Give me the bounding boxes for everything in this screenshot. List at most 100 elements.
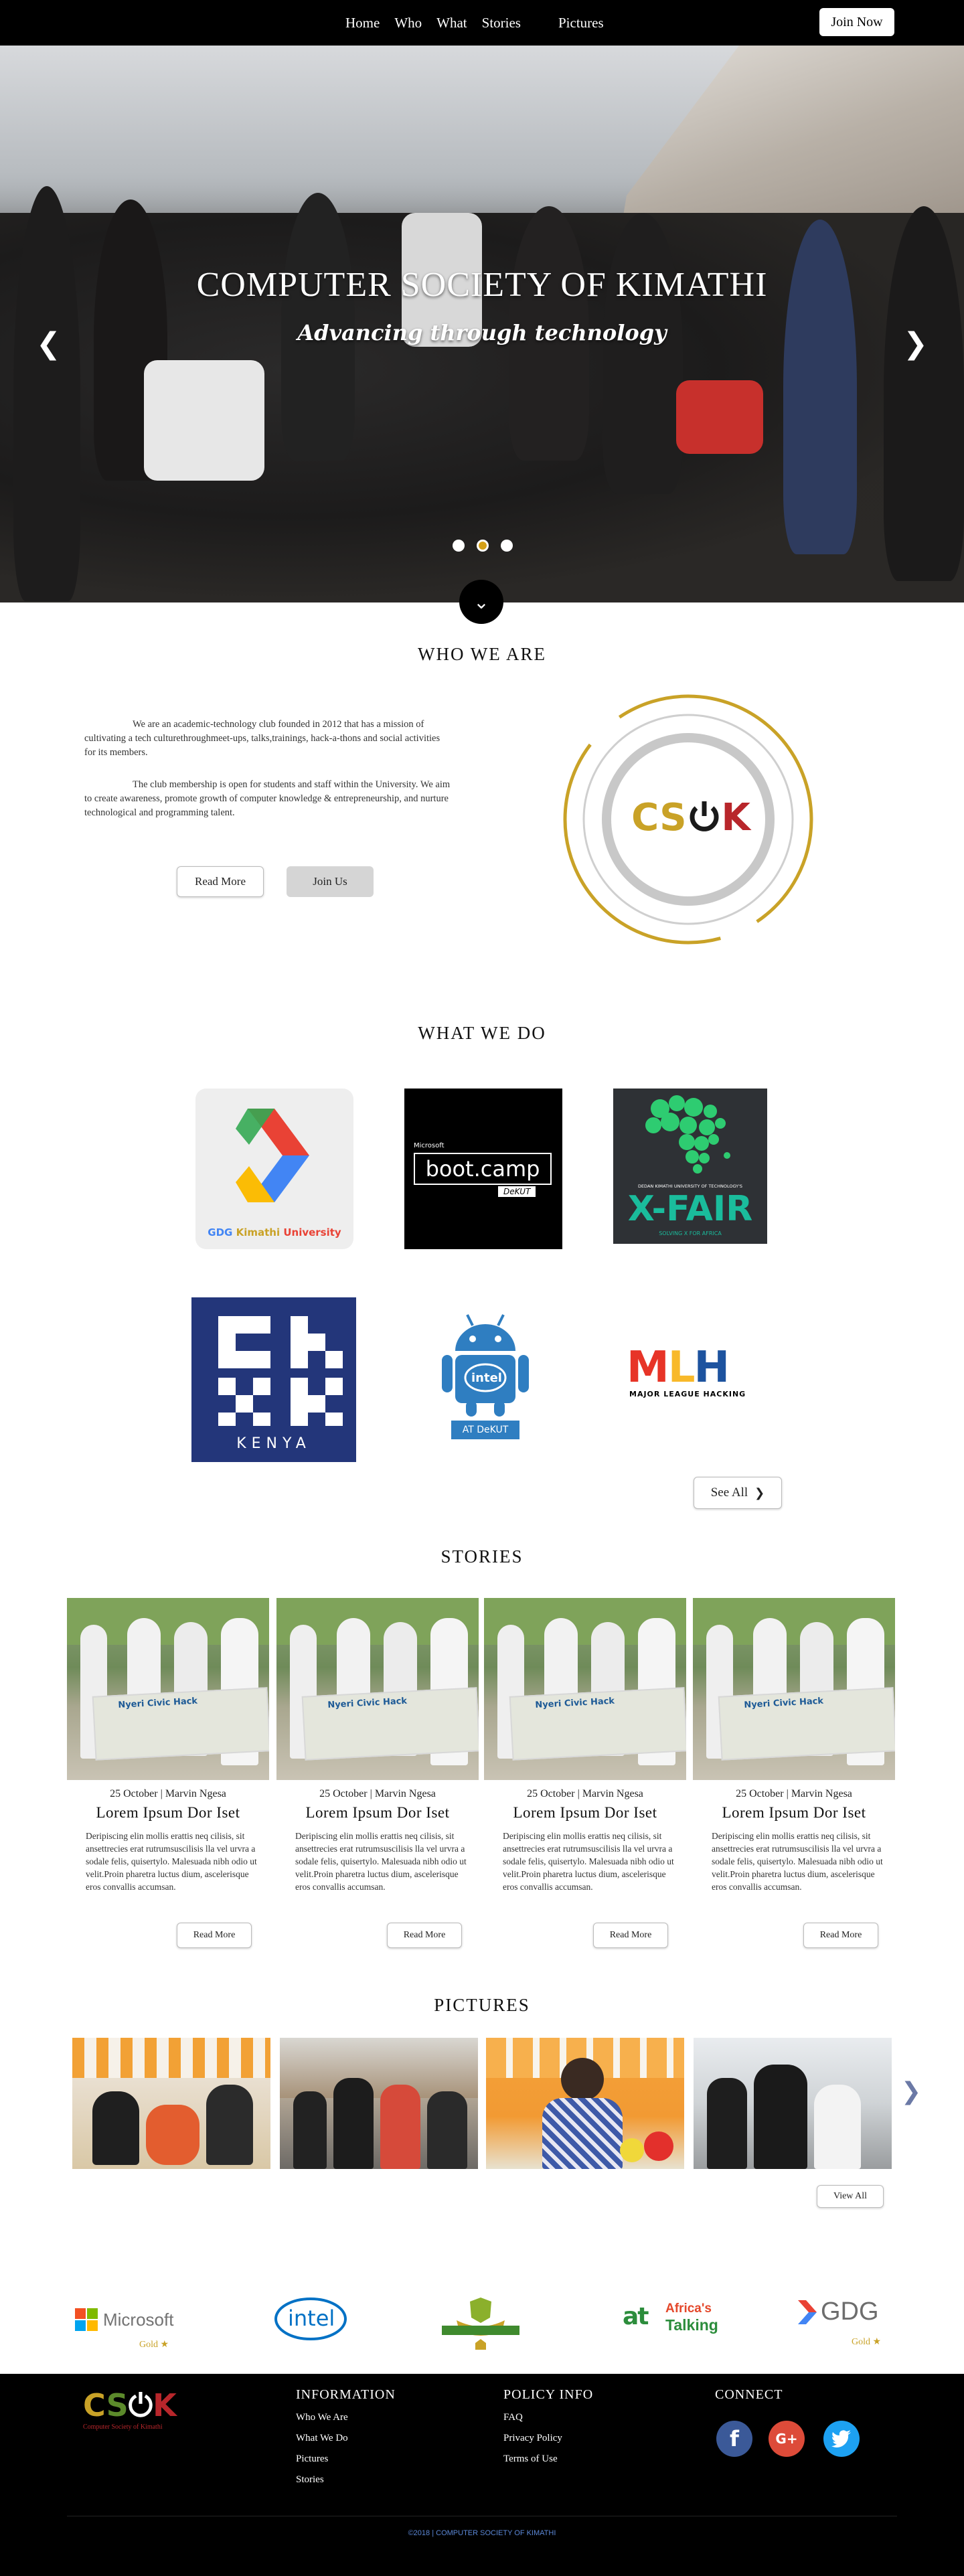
story-read-more-button[interactable]: Read More (177, 1923, 252, 1948)
view-all-button[interactable]: View All (817, 2185, 884, 2208)
footer-link-terms[interactable]: Terms of Use (503, 2453, 593, 2465)
africas-talking-label-b: Talking (665, 2316, 718, 2334)
gallery-photo[interactable] (72, 2038, 270, 2169)
top-navbar: Home Who What Stories Pictures Join Now (0, 0, 964, 46)
hero-person (13, 186, 80, 601)
story-title[interactable]: Lorem Ipsum Dor Iset (67, 1804, 269, 1822)
gdg-tier-label: Gold (852, 2337, 870, 2347)
story-cheque-label: Nyeri Civic Hack (744, 1696, 824, 1710)
story-title[interactable]: Lorem Ipsum Dor Iset (484, 1804, 686, 1822)
mlh-logo-label: MLH (627, 1346, 765, 1390)
carousel-dot[interactable] (501, 540, 513, 552)
gallery-photo-building (280, 2038, 478, 2098)
story-title[interactable]: Lorem Ipsum Dor Iset (693, 1804, 895, 1822)
gallery-photo-person (380, 2085, 420, 2169)
nav-who[interactable]: Who (394, 15, 422, 31)
story-read-more-button[interactable]: Read More (387, 1923, 462, 1948)
gallery-photo[interactable] (486, 2038, 684, 2169)
chevron-right-icon[interactable]: ❯ (901, 2078, 921, 2105)
who-paragraph-1: We are an academic-technology club found… (84, 719, 440, 758)
gallery-photo-person (92, 2091, 139, 2165)
hero-person (602, 213, 683, 494)
footer-link-who-we-are[interactable]: Who We Are (296, 2412, 396, 2423)
microsoft-label: Microsoft (103, 2310, 174, 2330)
partner-gdg[interactable]: GDG Gold ★ (797, 2296, 897, 2350)
footer-link-pictures[interactable]: Pictures (296, 2453, 396, 2465)
dekut-crest-icon (442, 2298, 519, 2350)
nav-home[interactable]: Home (345, 15, 380, 31)
facebook-icon[interactable]: f (716, 2421, 752, 2457)
footer-information: INFORMATION Who We Are What We Do Pictur… (296, 2387, 396, 2486)
star-icon: ★ (872, 2337, 882, 2347)
story-read-more-button[interactable]: Read More (803, 1923, 878, 1948)
bootcamp-dekut-label: DeKUT (498, 1186, 536, 1197)
see-all-button[interactable]: See All ❯ (694, 1477, 782, 1509)
xfair-tile[interactable]: DEDAN KIMATHI UNIVERSITY OF TECHNOLOGY'S… (613, 1089, 767, 1244)
footer-policy-title: POLICY INFO (503, 2387, 594, 2402)
ck-kenya-tile[interactable]: KENYA (191, 1297, 356, 1462)
partner-intel[interactable]: intel (273, 2295, 348, 2342)
gallery-photo-balloon (620, 2138, 644, 2162)
hero-subtitle: Advancing through technology (297, 320, 667, 345)
chevron-right-icon[interactable]: ❯ (903, 327, 928, 361)
twitter-icon[interactable] (823, 2421, 860, 2457)
xfair-subtitle: SOLVING X FOR AFRICA (659, 1230, 722, 1236)
footer-link-what-we-do[interactable]: What We Do (296, 2433, 396, 2444)
who-section-title: WHO WE ARE (418, 644, 546, 664)
hero-person-shirt (676, 380, 763, 454)
footer-link-privacy[interactable]: Privacy Policy (503, 2433, 593, 2444)
story-image[interactable]: Nyeri Civic Hack (693, 1598, 895, 1780)
story-card: Nyeri Civic Hack 25 October | Marvin Nge… (693, 1598, 895, 1893)
gallery-photo-person (293, 2091, 327, 2169)
mlh-tile[interactable]: MLH MAJOR LEAGUE HACKING (627, 1346, 765, 1413)
story-cheque: Nyeri Civic Hack (92, 1687, 269, 1761)
twitter-bird-icon (831, 2430, 851, 2447)
join-us-button[interactable]: Join Us (287, 866, 374, 897)
story-image[interactable]: Nyeri Civic Hack (67, 1598, 269, 1780)
carousel-dot[interactable] (453, 540, 465, 552)
mlh-subtitle: MAJOR LEAGUE HACKING (629, 1390, 746, 1398)
partner-africas-talking[interactable]: at Africa's Talking (623, 2298, 730, 2338)
chevron-left-icon[interactable]: ❮ (36, 327, 61, 361)
what-section-title: WHAT WE DO (418, 1023, 546, 1043)
gallery-photo-person (814, 2085, 861, 2169)
nav-what[interactable]: What (436, 15, 467, 31)
africas-talking-mark: at (623, 2303, 649, 2330)
story-meta: 25 October | Marvin Ngesa (527, 1788, 643, 1799)
story-card: Nyeri Civic Hack 25 October | Marvin Nge… (276, 1598, 479, 1893)
footer-link-faq[interactable]: FAQ (503, 2412, 593, 2423)
story-image[interactable]: Nyeri Civic Hack (484, 1598, 686, 1780)
xfair-university-label: DEDAN KIMATHI UNIVERSITY OF TECHNOLOGY'S (637, 1184, 743, 1189)
site-footer: CS⏻K Computer Society of Kimathi INFORMA… (0, 2374, 964, 2576)
ck-kenya-label: KENYA (236, 1435, 311, 1452)
gdg-tier: Gold ★ (852, 2336, 881, 2348)
bootcamp-tile[interactable]: Microsoft boot.camp DeKUT (404, 1089, 562, 1249)
gallery-photo[interactable] (280, 2038, 478, 2169)
story-excerpt: Deripiscing elin mollis erattis neq cili… (503, 1831, 674, 1892)
bootcamp-label: boot.camp (414, 1153, 552, 1185)
footer-information-title: INFORMATION (296, 2387, 396, 2402)
story-image[interactable]: Nyeri Civic Hack (276, 1598, 479, 1780)
gallery-photo-person-head (561, 2058, 604, 2101)
footer-logo-s: S (106, 2387, 129, 2423)
footer-logo[interactable]: CS⏻K Computer Society of Kimathi (83, 2387, 190, 2441)
google-plus-icon[interactable]: G+ (769, 2421, 805, 2457)
scroll-down-button[interactable]: ⌄ (459, 580, 503, 624)
footer-link-stories[interactable]: Stories (296, 2474, 396, 2486)
carousel-dot-active[interactable] (477, 540, 489, 552)
footer-logo-c: C (83, 2387, 106, 2423)
android-dekut-tile[interactable]: intel AT DeKUT (432, 1309, 538, 1443)
nav-stories[interactable]: Stories (482, 15, 521, 31)
star-icon: ★ (160, 2340, 169, 2350)
story-title[interactable]: Lorem Ipsum Dor Iset (276, 1804, 479, 1822)
join-now-button[interactable]: Join Now (819, 8, 894, 36)
gdg-label-university: University (280, 1226, 341, 1238)
read-more-button[interactable]: Read More (177, 866, 264, 897)
africa-map-icon (645, 1095, 730, 1174)
story-read-more-button[interactable]: Read More (593, 1923, 668, 1948)
partner-microsoft[interactable]: Microsoft Gold ★ (75, 2306, 182, 2350)
partner-dekut[interactable] (436, 2298, 525, 2354)
gallery-photo[interactable] (694, 2038, 892, 2169)
gdg-kimathi-tile[interactable]: GDG Kimathi University (195, 1089, 353, 1249)
nav-pictures[interactable]: Pictures (558, 15, 604, 31)
